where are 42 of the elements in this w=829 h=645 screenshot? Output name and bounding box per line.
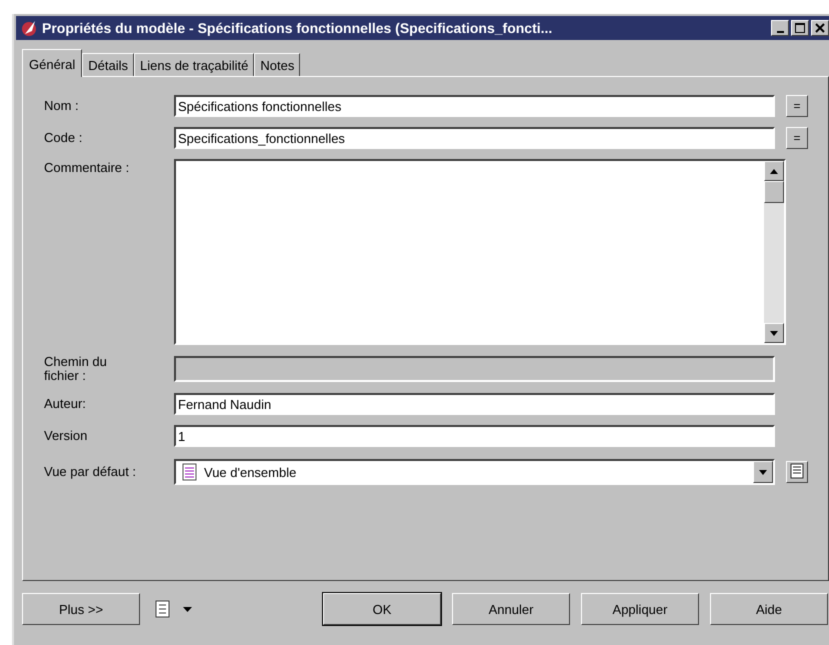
dialog-button[interactable]: Aide	[710, 593, 828, 625]
quill-icon	[20, 19, 38, 37]
dialog-button[interactable]: Appliquer	[581, 593, 699, 625]
maximize-icon	[795, 23, 805, 33]
scrollbar[interactable]	[764, 161, 784, 343]
text-field[interactable]: Spécifications fonctionnelles	[174, 95, 775, 117]
scrollbar-thumb[interactable]	[764, 181, 784, 203]
caret-icon	[759, 470, 767, 474]
diagram-icon	[790, 462, 804, 478]
close-button[interactable]	[811, 20, 829, 36]
comment-field[interactable]	[174, 159, 786, 345]
text-field[interactable]: Specifications_fonctionnelles	[174, 127, 775, 149]
field-label: Commentaire :	[44, 159, 130, 175]
text-field[interactable]: Fernand Naudin	[174, 393, 775, 415]
field-label: Auteur:	[44, 397, 87, 411]
minimize-icon	[776, 30, 784, 32]
maximize-button[interactable]	[791, 20, 809, 36]
equals-button[interactable]: =	[786, 95, 808, 117]
equals-button[interactable]: =	[786, 127, 808, 149]
minimize-button[interactable]	[771, 20, 789, 36]
field-label: Vue par défaut :	[44, 465, 138, 479]
properties-button[interactable]	[786, 461, 808, 483]
close-icon	[815, 23, 825, 33]
list-icon	[155, 600, 171, 618]
field-label: Chemin du fichier :	[44, 355, 108, 383]
diagram-icon	[182, 463, 198, 481]
tab[interactable]: Détails	[82, 53, 134, 76]
field-label: Version	[44, 429, 88, 443]
text-field[interactable]: 1	[174, 425, 775, 447]
down-arrow-icon	[770, 330, 778, 336]
tab[interactable]: Général	[22, 49, 82, 77]
dialog-button[interactable]: Annuler	[452, 593, 570, 625]
tab[interactable]: Notes	[254, 53, 300, 76]
up-arrow-icon	[770, 168, 778, 174]
dialog-button[interactable]: Plus >>	[22, 593, 140, 625]
field-label: Code :	[44, 131, 84, 145]
ok-button[interactable]: OK	[323, 593, 441, 625]
caret-icon	[183, 606, 192, 612]
window-title: Propriétés du modèle - Spécifications fonctionnelles (Specifications_foncti...	[42, 20, 554, 36]
tab[interactable]: Liens de traçabilité	[134, 53, 254, 76]
field-label: Nom :	[44, 99, 80, 113]
view-dropdown[interactable]: Vue d'ensemble	[174, 459, 775, 485]
